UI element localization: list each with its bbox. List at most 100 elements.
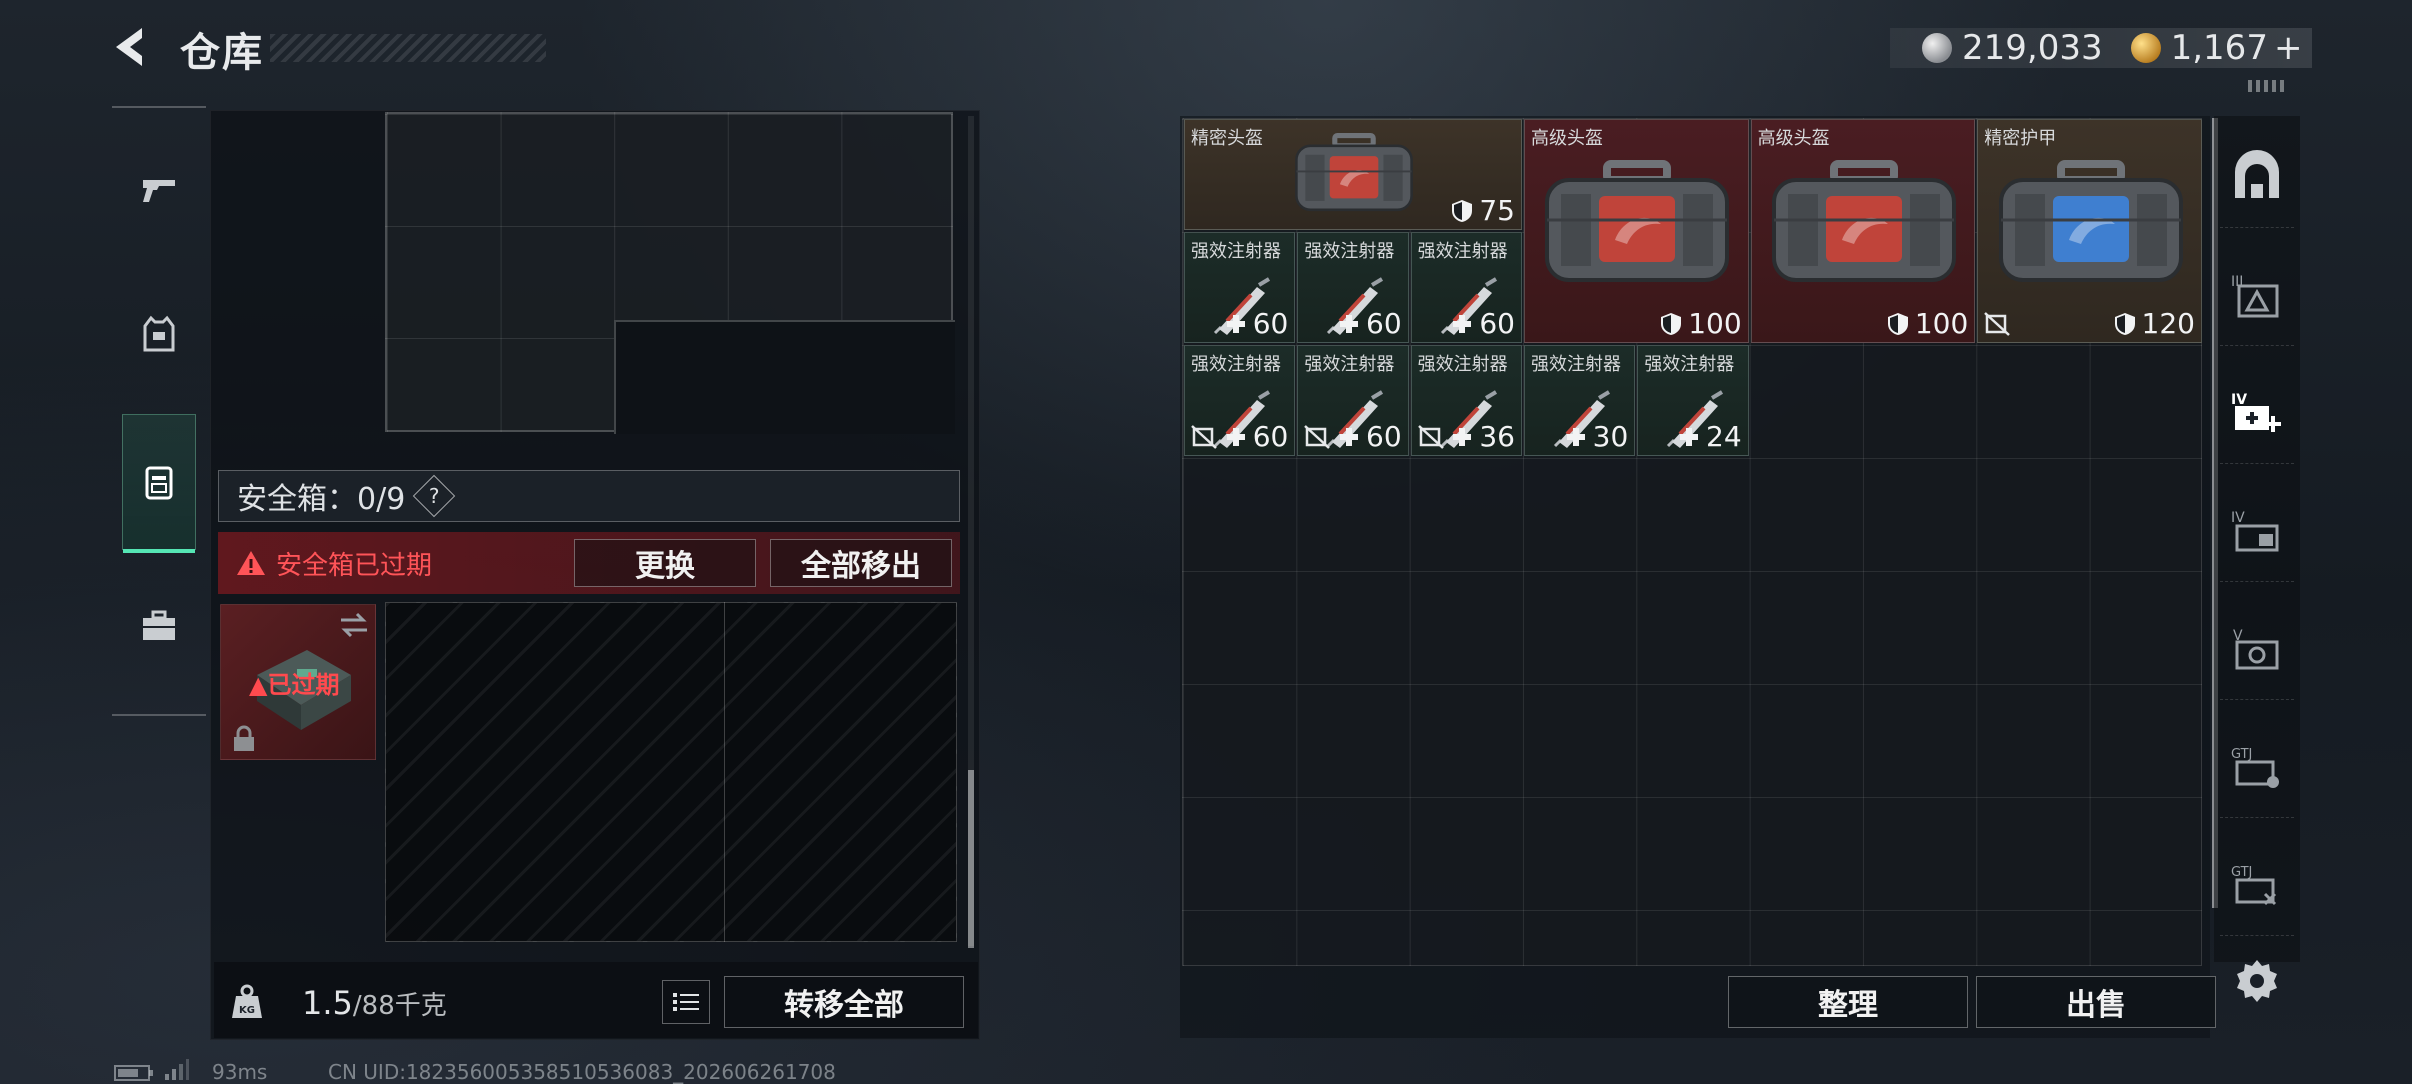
safebox-grid-divider [724,602,725,942]
safebox-grid[interactable] [385,602,957,942]
swap-icon[interactable] [337,611,371,639]
gtj-icon-1: GTJ [2231,747,2279,788]
vest-icon [143,315,175,352]
warning-icon: ▲ [249,671,268,699]
heal-plus-icon [1340,427,1359,446]
safebox-capacity-label: 安全箱：0/9 [237,482,406,517]
rail-item-briefcase[interactable] [122,558,196,694]
control-center-icon: V [2233,628,2279,669]
rail-gtj-1[interactable]: GTJ [2220,718,2294,818]
no-drop-icon [1417,425,1444,449]
armor-bag-icon [1545,160,1730,282]
item-name: 强效注射器 [1417,354,1508,375]
item-name: 强效注射器 [1191,241,1281,262]
heal-plus-icon [1226,427,1245,446]
heal-plus-icon [1453,314,1472,333]
back-arrow-icon[interactable] [108,22,158,72]
item-name: 强效注射器 [1304,354,1395,375]
transfer-all-button[interactable]: 转移全部 [724,976,964,1028]
warning-icon [237,551,265,575]
stash-item-syringe[interactable]: 强效注射器 60 [1410,232,1522,343]
armor-bag-icon [1771,160,1956,282]
organize-button[interactable]: 整理 [1728,976,1968,1028]
add-currency-button[interactable]: + [2274,28,2303,68]
item-name: 高级头盔 [1757,128,1830,149]
stash-item-armor[interactable]: 精密护甲 120 [1977,119,2202,343]
currency-bar: 219,033 1,167 + [1890,28,2312,68]
item-name: 强效注射器 [1304,241,1395,262]
rail-medical[interactable]: IV [2220,364,2294,464]
list-icon [673,993,699,1011]
item-value: 60 [1338,307,1402,340]
safebox-header: 安全箱：0/9 ? [218,470,960,522]
stash-item-syringe[interactable]: 强效注射器 36 [1410,345,1522,456]
svg-text:GTJ: GTJ [2231,865,2252,880]
item-value: 60 [1225,307,1288,340]
svg-text:GTJ: GTJ [2231,747,2252,762]
stash-item-syringe[interactable]: 强效注射器 60 [1184,232,1296,343]
safebox-card[interactable]: ▲已过期 [220,604,376,760]
item-name: 强效注射器 [1644,354,1735,375]
stash-item-armor[interactable]: 高级头盔 100 [1523,119,1749,343]
list-view-button[interactable] [662,980,710,1024]
item-name: 高级头盔 [1530,128,1603,149]
rail-item-weapons[interactable] [122,122,196,258]
settings-gear-icon[interactable] [2232,956,2282,1006]
gold-currency-amount: 1,167 [2170,28,2268,68]
rail-item-backpack[interactable] [122,414,196,553]
armory-icon: III [2231,274,2279,317]
lock-icon [234,725,254,751]
rail-control-center[interactable]: V [2220,600,2294,700]
rail-workshop[interactable]: IV [2220,482,2294,582]
pistol-icon [143,180,175,202]
item-value: 60 [1225,420,1288,453]
replace-safebox-button[interactable]: 更换 [574,539,756,587]
ping-readout: 93ms [212,1060,268,1084]
stash-item-syringe[interactable]: 强效注射器 60 [1297,345,1409,456]
safebox-expired-text: 安全箱已过期 [276,550,433,581]
heal-plus-icon [1453,427,1472,446]
rail-armory[interactable]: III [2220,246,2294,346]
inventory-scrollbar-thumb[interactable] [968,770,974,948]
item-value: 24 [1678,420,1742,453]
weight-readout: 1.5/88千克 [302,984,447,1022]
weight-capacity: /88千克 [352,991,447,1021]
item-value: 30 [1565,420,1628,453]
backpack-icon [145,466,173,500]
armor-bag-icon [1295,133,1413,212]
silver-coin-icon [1922,33,1952,63]
gold-coin-icon [2130,33,2161,63]
item-value: 60 [1451,307,1515,340]
stash-item-armor[interactable]: 高级头盔 100 [1750,119,1976,343]
rail-safe-room[interactable] [2220,128,2294,228]
stash-item-armor[interactable]: 精密头盔 75 [1184,119,1522,230]
stash-item-syringe[interactable]: 强效注射器 30 [1523,345,1636,456]
item-value: 36 [1451,420,1515,453]
sell-button[interactable]: 出售 [1976,976,2216,1028]
left-category-rail [112,106,206,716]
item-value: 100 [1660,307,1742,340]
gtj-icon-2: GTJ [2231,865,2277,905]
title-stripe-decoration [270,34,546,62]
safe-room-icon [2235,149,2279,198]
stash-item-syringe[interactable]: 强效注射器 24 [1637,345,1749,456]
weight-current: 1.5 [302,984,353,1022]
armor-bag-icon [1998,160,2183,282]
move-all-out-button[interactable]: 全部移出 [770,539,952,587]
heal-plus-icon [1340,314,1359,333]
help-icon[interactable]: ? [413,474,456,518]
weight-icon: KG [232,984,262,1018]
no-drop-icon [1191,425,1217,449]
svg-text:KG: KG [239,1005,255,1016]
stash-item-syringe[interactable]: 强效注射器 60 [1297,232,1409,343]
stash-item-syringe[interactable]: 强效注射器 60 [1184,345,1296,456]
rail-item-armor[interactable] [122,266,196,402]
svg-text:III: III [2231,274,2243,290]
page-title: 仓库 [180,30,264,76]
heal-plus-icon [1680,427,1698,446]
rail-gtj-2[interactable]: GTJ [2220,836,2294,936]
armor-shield-icon [1887,312,1908,335]
item-value: 60 [1338,420,1402,453]
item-name: 强效注射器 [1191,354,1281,375]
no-drop-icon [1984,312,2011,336]
